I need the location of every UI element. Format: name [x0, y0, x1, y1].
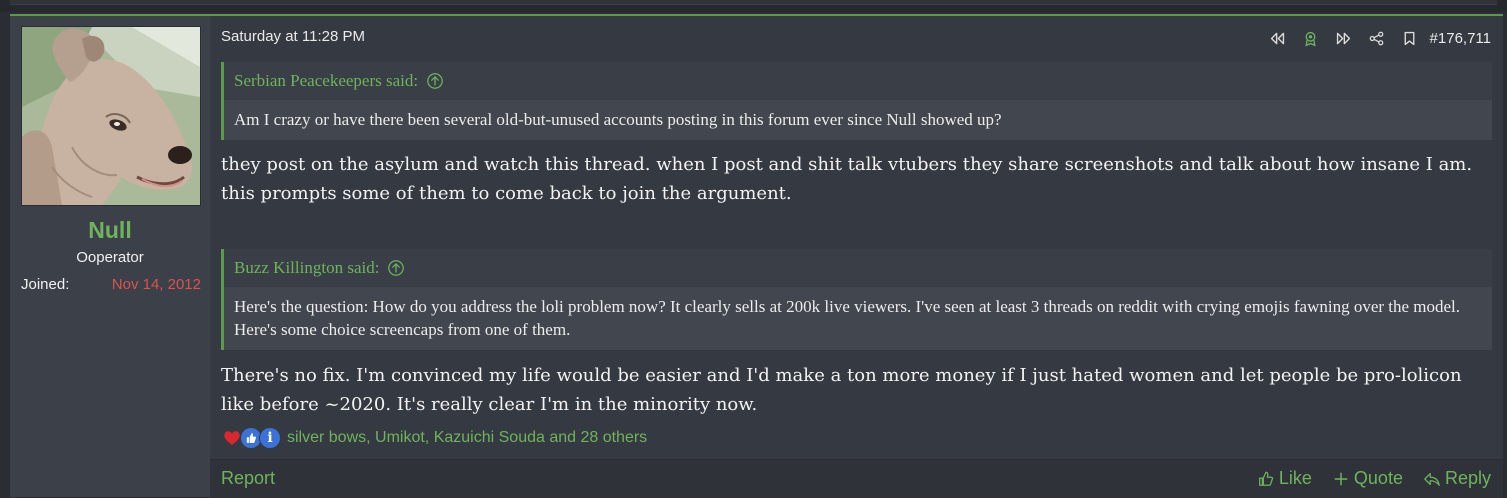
quote-block: Serbian Peacekeepers said: Am I crazy or… [221, 62, 1492, 140]
post-footer: Report Like Quote Reply [210, 459, 1503, 498]
joined-date: Nov 14, 2012 [111, 276, 201, 293]
reply-text: There's no fix. I'm convinced my life wo… [221, 365, 1462, 415]
next-unread-icon[interactable] [1327, 27, 1360, 49]
post-date[interactable]: Saturday at 11:28 PM [221, 28, 365, 45]
user-title: Ooperator [76, 249, 144, 266]
reaction-users[interactable]: silver bows, Umikot, Kazuichi Souda and … [287, 429, 647, 447]
quote-button[interactable]: Quote [1332, 468, 1403, 489]
report-link[interactable]: Report [221, 468, 275, 489]
post-number-link[interactable]: #176,711 [1430, 30, 1491, 47]
quote-header[interactable]: Serbian Peacekeepers said: [224, 62, 1492, 100]
quote-label: Quote [1353, 468, 1403, 488]
like-label: Like [1278, 468, 1312, 488]
forum-post: Null Ooperator Joined: Nov 14, 2012 Satu… [10, 14, 1503, 498]
jump-up-icon[interactable] [426, 72, 444, 90]
previous-post-edge [0, 0, 1507, 12]
quote-header[interactable]: Buzz Killington said: [224, 249, 1492, 287]
reaction-bar[interactable]: i silver bows, Umikot, Kazuichi Souda an… [221, 427, 647, 449]
first-unread-icon[interactable] [1261, 27, 1294, 49]
reply-text: they post on the asylum and watch this t… [221, 154, 1473, 204]
quote-author[interactable]: Serbian Peacekeepers said: [234, 71, 418, 91]
award-icon[interactable] [1294, 27, 1327, 49]
like-button[interactable]: Like [1257, 468, 1312, 489]
thumbs-up-icon [1258, 471, 1273, 486]
bookmark-icon[interactable] [1393, 27, 1426, 49]
quote-body: Here's the question: How do you address … [224, 287, 1492, 350]
post-tools: #176,711 [1261, 27, 1491, 49]
quote-block: Buzz Killington said: Here's the questio… [221, 249, 1492, 350]
share-icon[interactable] [1360, 27, 1393, 49]
jump-up-icon[interactable] [387, 259, 405, 277]
informative-icon: i [259, 427, 281, 449]
post-main: Saturday at 11:28 PM #176,711 Serbian Pe… [210, 16, 1503, 498]
plus-icon [1334, 472, 1348, 485]
reply-label: Reply [1444, 468, 1491, 488]
reply-button[interactable]: Reply [1423, 468, 1491, 489]
avatar[interactable] [21, 26, 201, 206]
username[interactable]: Null [10, 217, 210, 244]
post-actions: Like Quote Reply [1257, 468, 1491, 489]
quote-body: Am I crazy or have there been several ol… [224, 100, 1492, 140]
user-info-panel: Null Ooperator Joined: Nov 14, 2012 [10, 16, 210, 497]
quote-author[interactable]: Buzz Killington said: [234, 258, 379, 278]
dog-avatar-icon [22, 27, 200, 205]
joined-label: Joined: [21, 276, 70, 293]
reply-arrow-icon [1424, 472, 1440, 486]
